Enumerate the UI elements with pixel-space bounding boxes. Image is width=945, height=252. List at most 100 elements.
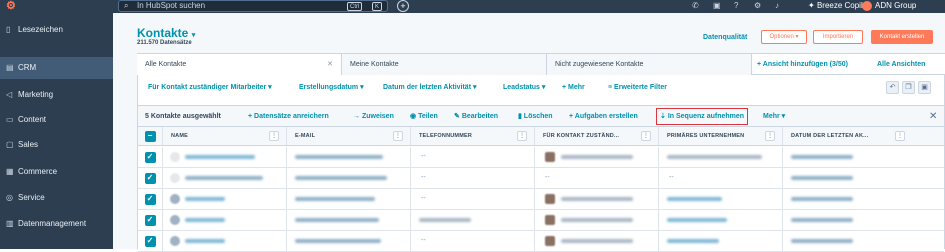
account-avatar[interactable] [862,1,872,11]
assign-button[interactable]: → Zuweisen [353,106,394,127]
column-header-name[interactable]: NAME [162,127,286,145]
sidebar-item-marketing[interactable]: ◁ Marketing [0,84,113,106]
sidebar-item-bookmarks[interactable]: ▯ Lesezeichen [0,19,113,41]
close-icon[interactable]: ✕ [327,54,333,75]
sidebar-item-data-management[interactable]: ▥ Datenmanagement [0,213,113,235]
filter-more[interactable]: + Mehr [562,82,585,94]
table-cell[interactable] [658,147,782,167]
column-menu-icon[interactable]: ⋮ [269,131,279,141]
row-checkbox[interactable]: ✓ [145,236,156,247]
column-menu-icon[interactable]: ⋮ [517,131,527,141]
create-tasks-button[interactable]: + Aufgaben erstellen [569,106,638,127]
table-row[interactable]: ✓ -- [138,189,944,210]
row-checkbox[interactable]: ✓ [145,194,156,205]
edit-button[interactable]: ✎ Bearbeiten [454,106,498,127]
table-cell[interactable] [286,231,410,251]
view-tabs: Alle Kontakte ✕ Meine Kontakte Nicht zug… [137,53,945,75]
table-cell[interactable] [286,189,410,209]
table-cell[interactable] [162,168,286,188]
global-search-input[interactable]: ⌕ In HubSpot suchen Ctrl K [118,0,388,12]
table-cell[interactable] [162,231,286,251]
table-cell[interactable] [658,189,782,209]
account-menu[interactable]: ADN Group [875,0,916,12]
table-cell[interactable] [162,147,286,167]
close-icon[interactable]: ✕ [929,106,937,127]
sidebar-item-sales[interactable]: ▢ Sales [0,134,113,156]
table-header: − NAME ⋮ E-MAIL ⋮ TELEFONNUMMER ⋮ FÜR KO… [138,127,944,146]
tab-unassigned-contacts[interactable]: Nicht zugewiesene Kontakte [547,54,752,75]
table-cell[interactable] [658,210,782,230]
redacted-value [667,239,719,243]
phone-icon[interactable]: ✆ [692,0,699,12]
filter-last-activity[interactable]: Datum der letzten Aktivität ▾ [383,82,477,94]
page-title[interactable]: Kontakte ▾ [137,26,195,40]
table-row[interactable]: ✓ [138,210,944,231]
more-actions-button[interactable]: Mehr ▾ [763,106,785,127]
table-cell[interactable] [286,168,410,188]
options-button[interactable]: Optionen ▾ [761,30,807,44]
redacted-value [185,176,263,180]
column-menu-icon[interactable]: ⋮ [393,131,403,141]
share-button[interactable]: ◉ Teilen [410,106,438,127]
column-header-company[interactable]: PRIMÄRES UNTERNEHMEN [658,127,782,145]
enrich-records-button[interactable]: + Datensätze anreichern [248,106,329,127]
settings-gear-icon[interactable]: ⚙ [754,0,761,12]
table-row[interactable]: ✓ -- [138,147,944,168]
marketplace-icon[interactable]: ▣ [713,0,721,12]
select-all-checkbox[interactable]: − [145,131,156,142]
enroll-sequence-button[interactable]: ⇣ In Sequenz aufnehmen [655,108,749,125]
column-menu-icon[interactable]: ⋮ [765,131,775,141]
column-header-owner[interactable]: FÜR KONTAKT ZUSTÄND... [534,127,658,145]
table-cell [534,189,658,209]
quick-create-button[interactable]: + [397,0,409,12]
filter-owner[interactable]: Für Kontakt zuständiger Mitarbeiter ▾ [148,82,272,94]
notifications-bell-icon[interactable]: ♪ [775,0,779,12]
owner-avatar [545,194,555,204]
help-icon[interactable]: ? [734,0,738,12]
contact-avatar [170,194,180,204]
column-header-phone[interactable]: TELEFONNUMMER [410,127,534,145]
table-cell[interactable] [286,210,410,230]
table-cell[interactable] [286,147,410,167]
redacted-value [419,218,471,222]
filter-created-date[interactable]: Erstellungsdatum ▾ [299,82,364,94]
row-checkbox[interactable]: ✓ [145,215,156,226]
contacts-icon: ▤ [6,63,14,72]
column-header-last-activity[interactable]: DATUM DER LETZTEN AK... [782,127,912,145]
sidebar-item-service[interactable]: ◎ Service [0,187,113,209]
undo-icon[interactable]: ↶ [886,81,899,94]
tab-all-contacts[interactable]: Alle Kontakte ✕ [137,54,342,75]
table-cell[interactable] [162,210,286,230]
sidebar-item-commerce[interactable]: ▦ Commerce [0,161,113,183]
sidebar-item-crm[interactable]: ▤ CRM [0,57,113,79]
add-view-button[interactable]: + Ansicht hinzufügen (3/50) [757,54,848,75]
table-cell[interactable]: -- [658,168,782,188]
row-checkbox[interactable]: ✓ [145,173,156,184]
save-view-icon[interactable]: ▣ [918,81,931,94]
column-menu-icon[interactable]: ⋮ [895,131,905,141]
sidebar-item-label: Marketing [18,90,54,99]
column-menu-icon[interactable]: ⋮ [641,131,651,141]
briefcase-icon: ▢ [6,140,14,149]
filter-lead-status[interactable]: Leadstatus ▾ [503,82,545,94]
data-quality-link[interactable]: Datenqualität [703,34,747,41]
tab-my-contacts[interactable]: Meine Kontakte [342,54,547,75]
shortcut-k-key: K [372,2,383,11]
hubspot-logo-icon[interactable]: ⚙ [6,0,18,13]
create-contact-button[interactable]: Kontakt erstellen [871,30,933,44]
copy-icon[interactable]: ❐ [902,81,915,94]
table-cell[interactable] [162,189,286,209]
database-icon: ▥ [6,219,14,228]
advanced-filters-button[interactable]: ≡ Erweiterte Filter [608,82,667,94]
all-views-link[interactable]: Alle Ansichten [877,54,925,75]
table-row[interactable]: ✓ -- -- -- [138,168,944,189]
sidebar-item-label: Sales [18,140,39,149]
column-header-email[interactable]: E-MAIL [286,127,410,145]
sidebar-item-content[interactable]: ▭ Content [0,109,113,131]
delete-button[interactable]: ▮ Löschen [518,106,553,127]
row-checkbox[interactable]: ✓ [145,152,156,163]
import-button[interactable]: Importieren [813,30,863,44]
table-cell[interactable] [658,231,782,251]
breeze-copilot-button[interactable]: ✦ Breeze Copilot [808,0,869,12]
empty-value: -- [669,174,674,181]
